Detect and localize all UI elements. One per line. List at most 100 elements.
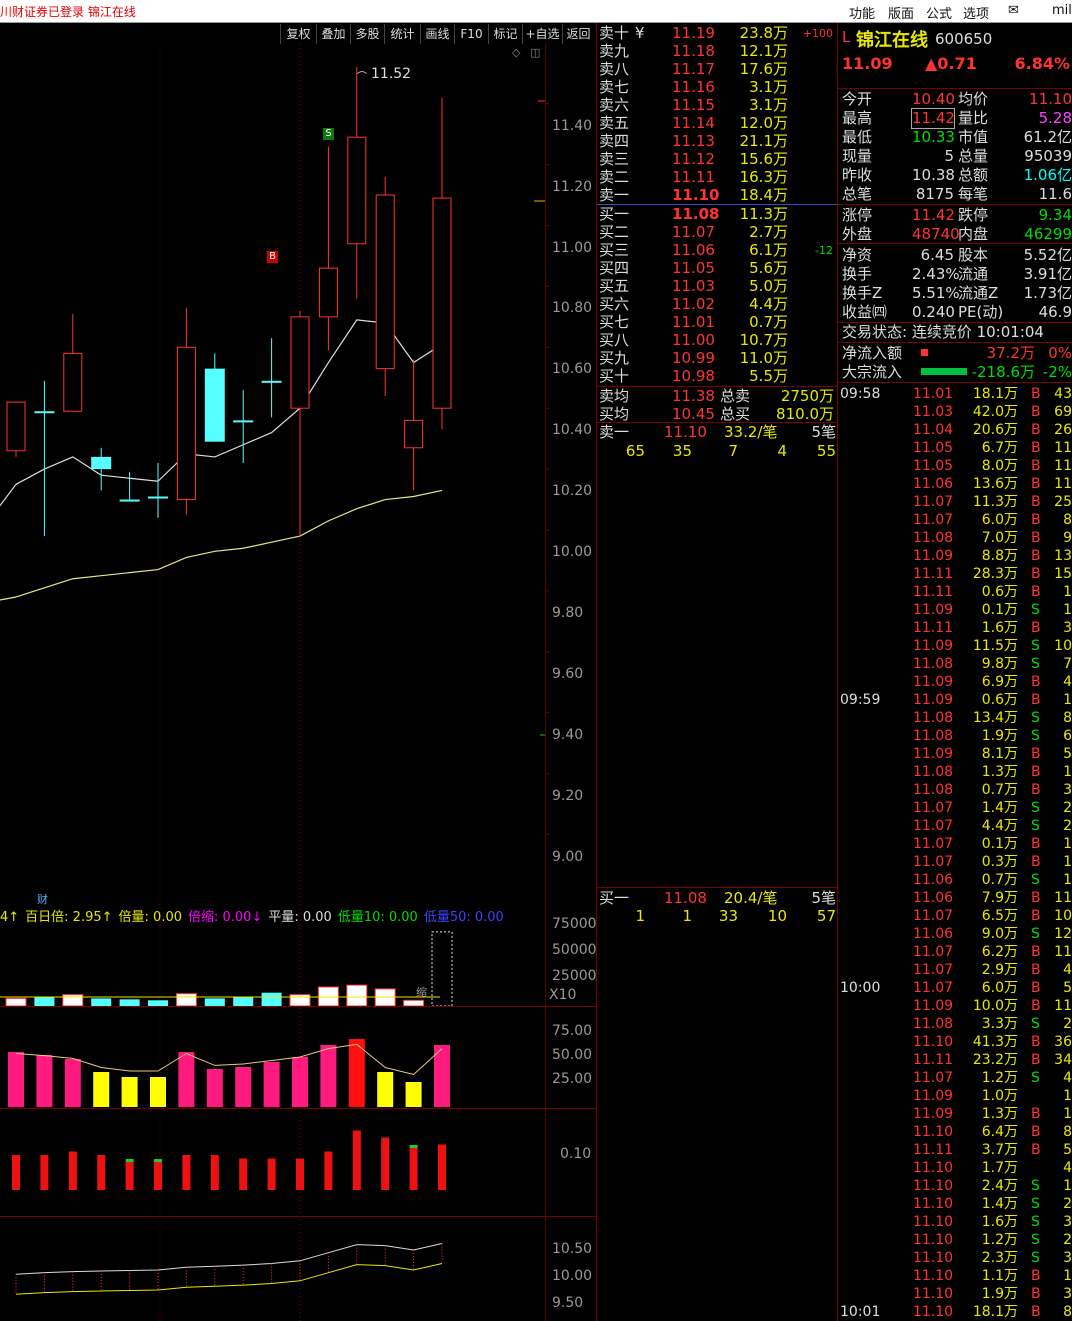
volume-legend-item: 4↑	[0, 910, 20, 925]
info-label: 市值	[958, 128, 989, 146]
orderbook-price[interactable]: 11.08	[672, 205, 719, 223]
tick-count: 8	[1063, 710, 1072, 726]
orderbook-price[interactable]: 11.11	[672, 168, 715, 186]
tick-volume: 6.7万	[981, 440, 1018, 456]
info-label: 最高	[842, 109, 873, 127]
block-inflow-label: 大宗流入	[842, 363, 903, 381]
volume-legend-item: 百日倍: 2.95↑	[25, 910, 113, 925]
indicator3-bar	[154, 1162, 162, 1190]
info-value: 5.28	[1038, 109, 1072, 127]
queue-avg: 33.2/笔	[724, 423, 778, 441]
tick-price: 11.08	[913, 656, 954, 672]
menu-user[interactable]: mil	[1052, 3, 1072, 18]
tick-count: 15	[1054, 566, 1072, 582]
info-label: 内盘	[958, 225, 989, 243]
tick-price: 11.07	[913, 836, 954, 852]
tick-direction: B	[1031, 530, 1041, 546]
total-label: 总卖	[720, 387, 751, 405]
candle-body	[432, 197, 452, 409]
indicator3-bar	[125, 1162, 134, 1190]
indicator3-bar	[97, 1155, 106, 1190]
finance-marker[interactable]: 财	[37, 891, 48, 907]
tick-price: 11.06	[913, 476, 954, 492]
orderbook-price[interactable]: 11.07	[672, 223, 715, 241]
volume-axis-label: 25000	[552, 968, 597, 984]
orderbook-price[interactable]: 11.05	[672, 259, 715, 277]
tick-direction: B	[1031, 1304, 1041, 1320]
tick-direction: S	[1031, 728, 1040, 744]
tick-price: 11.10	[913, 1214, 954, 1230]
info-label: 流通Z	[958, 284, 999, 302]
indicator3-bar	[40, 1155, 49, 1190]
queue-order: 57	[816, 907, 836, 925]
tick-count: 3	[1063, 1250, 1072, 1266]
indicator4-line	[15, 1243, 443, 1275]
orderbook-label: 买八	[599, 331, 630, 349]
orderbook-price[interactable]: 11.06	[672, 241, 715, 259]
last-price: 11.09	[842, 54, 893, 73]
tick-count: 4	[1063, 1160, 1072, 1176]
tick-volume: 7.0万	[981, 530, 1018, 546]
tick-direction: S	[1031, 1232, 1040, 1248]
tick-price: 11.08	[913, 530, 954, 546]
orderbook-price[interactable]: 11.14	[672, 114, 715, 132]
tick-count: 12	[1054, 926, 1072, 942]
kline-chart[interactable]	[0, 22, 597, 1321]
menu-options[interactable]: 选项	[963, 3, 989, 22]
orderbook-price[interactable]: 11.19	[672, 24, 715, 42]
info-label: 流通	[958, 265, 989, 283]
orderbook-price[interactable]: 11.16	[672, 78, 715, 96]
tick-volume: 0.6万	[981, 692, 1018, 708]
orderbook-price[interactable]: 11.03	[672, 277, 715, 295]
orderbook-price[interactable]: 11.13	[672, 132, 715, 150]
info-value: 2.43%	[912, 265, 960, 283]
indicator2-bar	[36, 1055, 53, 1107]
queue-order: 1	[682, 907, 692, 925]
tick-direction: B	[1031, 764, 1041, 780]
info-value: 0.240	[912, 303, 955, 321]
orderbook-price[interactable]: 11.15	[672, 96, 715, 114]
menu-layout[interactable]: 版面	[888, 3, 914, 22]
tick-volume: 2.9万	[981, 962, 1018, 978]
tick-volume: 8.1万	[981, 746, 1018, 762]
orderbook-price[interactable]: 11.17	[672, 60, 715, 78]
orderbook-currency-mark: ¥	[635, 24, 645, 42]
tick-price: 11.06	[913, 926, 954, 942]
ma20-line-lead	[0, 596, 17, 601]
menu-formula[interactable]: 公式	[926, 3, 952, 22]
queue-price: 11.10	[664, 423, 707, 441]
tick-count: 4	[1063, 962, 1072, 978]
tick-price: 11.10	[913, 1160, 954, 1176]
orderbook-price[interactable]: 11.01	[672, 313, 715, 331]
orderbook-price[interactable]: 11.02	[672, 295, 715, 313]
mail-icon[interactable]: ✉	[1008, 3, 1019, 18]
tick-count: 1	[1063, 602, 1072, 618]
orderbook-price[interactable]: 11.10	[672, 186, 719, 204]
info-label: 外盘	[842, 225, 873, 243]
volume-legend: 4↑ 百日倍: 2.95↑ 倍量: 0.00 倍缩: 0.00↓ 平量: 0.00 低量1…	[0, 906, 510, 925]
tick-direction: B	[1031, 782, 1041, 798]
orderbook-label: 买五	[599, 277, 630, 295]
orderbook-label: 买六	[599, 295, 630, 313]
volume-bar	[289, 994, 311, 1007]
info-label: 跌停	[958, 206, 989, 224]
indicator2-bar	[292, 1057, 308, 1107]
orderbook-price[interactable]: 10.99	[672, 349, 715, 367]
tick-price: 11.10	[913, 1304, 954, 1320]
orderbook-price[interactable]: 11.00	[672, 331, 715, 349]
menu-function[interactable]: 功能	[849, 3, 875, 22]
info-label: 今开	[842, 90, 873, 108]
tick-time: 09:59	[840, 692, 881, 708]
tick-volume: 3.7万	[981, 1142, 1018, 1158]
orderbook-price[interactable]: 10.98	[672, 367, 715, 385]
queue-count: 5笔	[811, 889, 836, 907]
volume-legend-item: 低量10: 0.00	[337, 910, 418, 925]
orderbook-price[interactable]: 11.18	[672, 42, 715, 60]
tick-count: 69	[1054, 404, 1072, 420]
orderbook-price[interactable]: 11.12	[672, 150, 715, 168]
tick-price: 11.09	[913, 548, 954, 564]
tick-price: 11.06	[913, 872, 954, 888]
queue-order: 33	[718, 907, 738, 925]
tick-count: 10	[1054, 908, 1072, 924]
tick-price: 11.11	[913, 566, 954, 582]
